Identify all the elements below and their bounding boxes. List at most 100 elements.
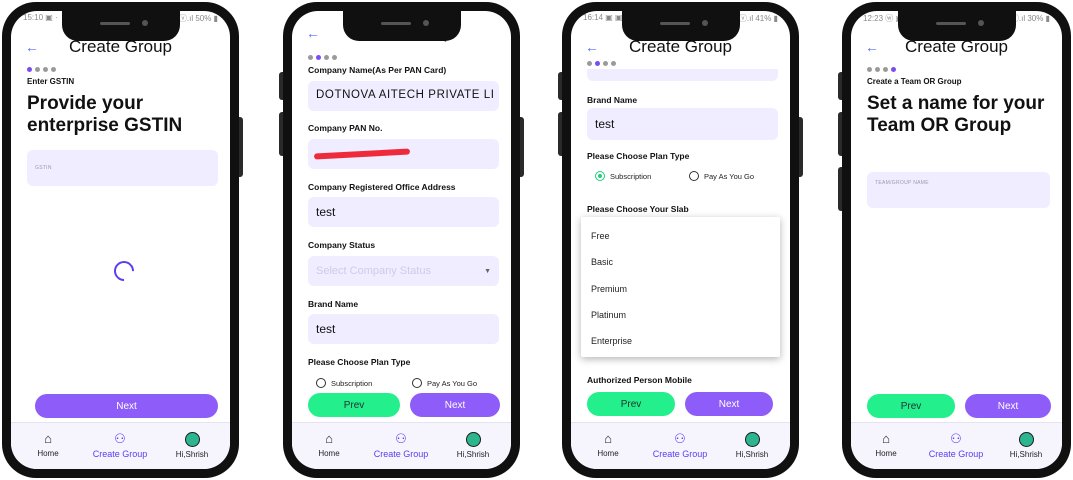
group-add-icon: ⚇ bbox=[395, 431, 407, 446]
next-button[interactable]: Next bbox=[35, 394, 218, 418]
side-button bbox=[520, 117, 524, 177]
slab-option-enterprise[interactable]: Enterprise bbox=[591, 336, 632, 346]
notch bbox=[61, 11, 180, 41]
home-icon: ⌂ bbox=[882, 431, 890, 446]
team-name-input[interactable]: TEAM/GROUP NAME bbox=[867, 172, 1050, 208]
brand-value: test bbox=[595, 117, 615, 131]
prev-button[interactable]: Prev bbox=[308, 393, 400, 417]
radio-pay-as-you-go[interactable]: Pay As You Go bbox=[412, 378, 477, 388]
nav-profile-label: Hi,Shrish bbox=[175, 450, 209, 459]
screen-plan-selection: 16:14 ▣ ▣ · ⓥ.ıl 41% ▮ ← Create Group Br… bbox=[571, 11, 790, 469]
status-icons: ⓥ.ıl 30% ▮ bbox=[1010, 14, 1050, 23]
plan-label: Please Choose Plan Type bbox=[587, 151, 690, 161]
nav-home[interactable]: ⌂ Home bbox=[573, 431, 643, 458]
radio-subscription[interactable]: Subscription bbox=[316, 378, 372, 388]
step-dot-4 bbox=[891, 67, 896, 72]
volume-button bbox=[838, 72, 842, 100]
scrolled-field[interactable] bbox=[587, 69, 778, 81]
step-indicator bbox=[308, 55, 337, 60]
company-name-field[interactable]: DOTNOVA AITECH PRIVATE LIMITED bbox=[308, 81, 499, 111]
nav-create-group-label: Create Group bbox=[373, 449, 429, 459]
nav-profile[interactable]: Hi,Shrish bbox=[157, 431, 227, 459]
screen-enter-gstin: 15:10 ▣ · ⓥ.ıl 50% ▮ ← Create Group Ente… bbox=[11, 11, 230, 469]
nav-home-label: Home bbox=[318, 449, 340, 458]
address-label: Company Registered Office Address bbox=[308, 182, 456, 192]
nav-create-group-label: Create Group bbox=[652, 449, 708, 459]
slab-option-free[interactable]: Free bbox=[591, 231, 610, 241]
step-dot-4 bbox=[611, 61, 616, 66]
step-label: Create a Team OR Group bbox=[867, 77, 962, 86]
next-button[interactable]: Next bbox=[965, 394, 1051, 418]
notch bbox=[897, 11, 1016, 41]
brand-name-field[interactable]: test bbox=[587, 108, 778, 140]
brand-label: Brand Name bbox=[308, 299, 359, 309]
brand-value: test bbox=[316, 322, 336, 336]
brand-name-field[interactable]: test bbox=[308, 314, 499, 344]
slab-option-basic[interactable]: Basic bbox=[591, 257, 613, 267]
home-icon: ⌂ bbox=[44, 431, 52, 446]
notch bbox=[621, 11, 740, 41]
step-dot-2 bbox=[316, 55, 321, 60]
nav-home[interactable]: ⌂ Home bbox=[851, 431, 921, 458]
nav-profile-label: Hi,Shrish bbox=[456, 450, 490, 459]
mobile-label: Authorized Person Mobile bbox=[587, 375, 692, 385]
slab-dropdown-menu: Free Basic Premium Platinum Enterprise bbox=[581, 217, 780, 357]
nav-home-label: Home bbox=[37, 449, 59, 458]
step-dot-1 bbox=[587, 61, 592, 66]
step-dot-3 bbox=[883, 67, 888, 72]
group-add-icon: ⚇ bbox=[114, 431, 126, 446]
status-icons: ⓥ.ıl 41% ▮ bbox=[738, 14, 778, 23]
prev-button[interactable]: Prev bbox=[587, 392, 675, 416]
nav-home[interactable]: ⌂ Home bbox=[294, 431, 364, 458]
side-button bbox=[239, 117, 243, 177]
nav-create-group-label: Create Group bbox=[92, 449, 148, 459]
status-label: Company Status bbox=[308, 240, 376, 250]
nav-profile[interactable]: Hi,Shrish bbox=[717, 431, 787, 459]
nav-home[interactable]: ⌂ Home bbox=[13, 431, 83, 458]
radio-payg-label: Pay As You Go bbox=[427, 378, 478, 388]
step-dot-2 bbox=[875, 67, 880, 72]
group-add-icon: ⚇ bbox=[674, 431, 686, 446]
radio-icon bbox=[316, 378, 326, 388]
address-field[interactable]: test bbox=[308, 197, 499, 227]
status-placeholder: Select Company Status bbox=[316, 265, 431, 277]
bottom-nav: ⌂ Home ⚇ Create Group Hi,Shrish bbox=[292, 422, 511, 469]
nav-profile-label: Hi,Shrish bbox=[1009, 450, 1043, 459]
nav-home-label: Home bbox=[875, 449, 897, 458]
nav-create-group-label: Create Group bbox=[928, 449, 984, 459]
next-button[interactable]: Next bbox=[410, 393, 500, 417]
phone-2: ← Create Group Company Name(As Per PAN C… bbox=[279, 2, 524, 478]
radio-pay-as-you-go[interactable]: Pay As You Go bbox=[689, 171, 754, 181]
nav-create-group[interactable]: ⚇ Create Group bbox=[366, 431, 436, 459]
step-dot-1 bbox=[867, 67, 872, 72]
company-name-value: DOTNOVA AITECH PRIVATE LIMITED bbox=[316, 89, 495, 101]
screen-team-name: 12:23 ⓦ ▣ · ⓥ.ıl 30% ▮ ← Create Group Cr… bbox=[851, 11, 1062, 469]
nav-create-group[interactable]: ⚇ Create Group bbox=[645, 431, 715, 459]
bottom-nav: ⌂ Home ⚇ Create Group Hi,Shrish bbox=[571, 422, 790, 469]
headline: Provide your enterprise GSTIN bbox=[27, 93, 183, 136]
slab-option-platinum[interactable]: Platinum bbox=[591, 310, 626, 320]
slab-option-premium[interactable]: Premium bbox=[591, 284, 627, 294]
notch bbox=[342, 11, 461, 41]
home-icon: ⌂ bbox=[325, 431, 333, 446]
nav-profile[interactable]: Hi,Shrish bbox=[991, 431, 1061, 459]
pan-field[interactable] bbox=[308, 139, 499, 169]
prev-button[interactable]: Prev bbox=[867, 394, 955, 418]
redaction-mark bbox=[313, 148, 411, 160]
radio-subscription-label: Subscription bbox=[610, 171, 652, 181]
volume-button-2 bbox=[279, 112, 283, 156]
step-indicator bbox=[587, 61, 616, 66]
radio-subscription-label: Subscription bbox=[331, 378, 373, 388]
nav-profile[interactable]: Hi,Shrish bbox=[438, 431, 508, 459]
nav-create-group[interactable]: ⚇ Create Group bbox=[85, 431, 155, 459]
volume-button-2 bbox=[558, 112, 562, 156]
volume-button bbox=[558, 72, 562, 100]
company-status-select[interactable]: Select Company Status ▼ bbox=[308, 256, 499, 286]
gstin-input[interactable]: GSTIN bbox=[27, 150, 218, 186]
radio-subscription[interactable]: Subscription bbox=[595, 171, 651, 181]
status-time: 15:10 ▣ · bbox=[23, 13, 58, 22]
radio-icon bbox=[412, 378, 422, 388]
next-button[interactable]: Next bbox=[685, 392, 773, 416]
nav-home-label: Home bbox=[597, 449, 619, 458]
nav-create-group[interactable]: ⚇ Create Group bbox=[921, 431, 991, 459]
